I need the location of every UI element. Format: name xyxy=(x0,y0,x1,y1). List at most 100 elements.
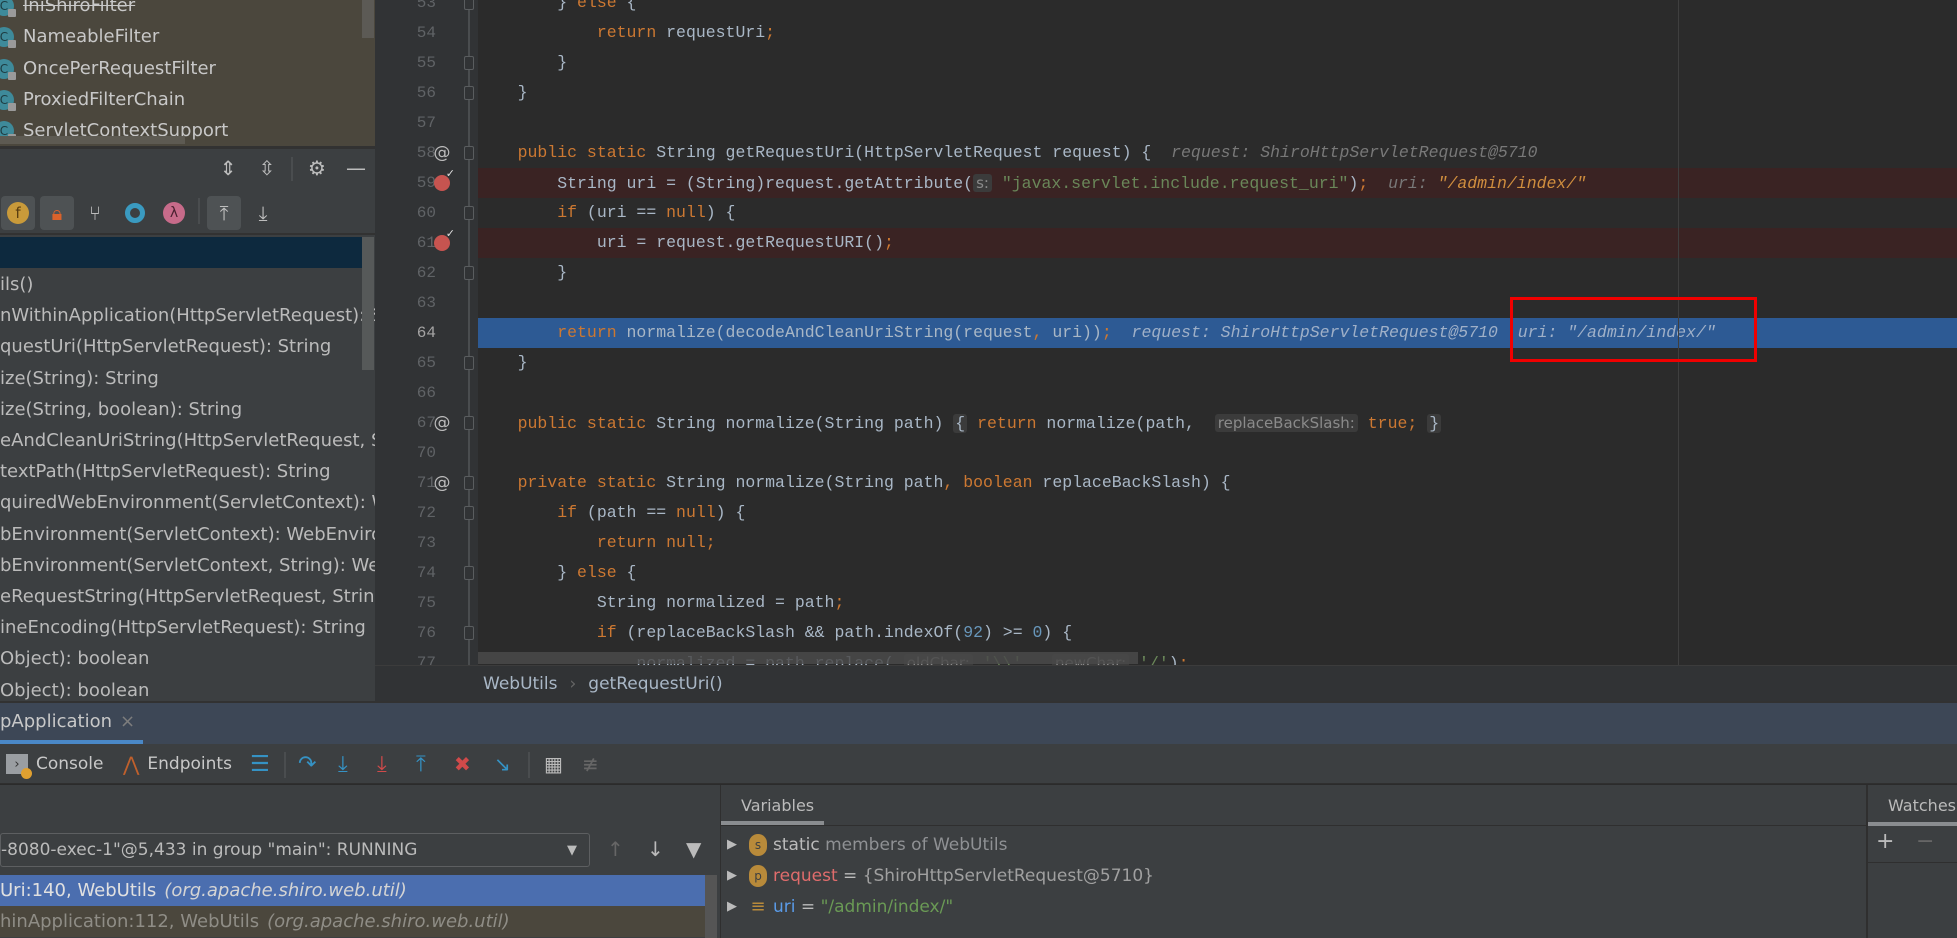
fold-marker-icon[interactable] xyxy=(464,566,474,580)
stack-frame-row[interactable]: Uri:140, WebUtils (org.apache.shiro.web.u… xyxy=(0,875,705,906)
tab-variables[interactable]: Variables xyxy=(741,785,814,825)
fold-marker-icon[interactable] xyxy=(464,206,474,220)
evaluate-expression-icon[interactable]: ▦ xyxy=(544,750,563,778)
selected-structure-row[interactable] xyxy=(0,237,362,268)
autoscroll-to-source-icon[interactable]: ⤒ xyxy=(207,196,241,230)
structure-member[interactable]: Object): boolean xyxy=(0,643,375,674)
show-non-public-button[interactable]: 🔒︎ xyxy=(40,196,74,230)
fold-marker-icon[interactable] xyxy=(464,356,474,370)
code-text: (replaceBackSlash && path.indexOf( xyxy=(626,623,964,642)
breadcrumb-separator: › xyxy=(569,673,577,694)
editor-horizontal-scrollbar[interactable] xyxy=(478,652,1138,664)
show-fields-button[interactable]: f xyxy=(1,196,35,230)
fold-marker-icon[interactable] xyxy=(464,146,474,160)
structure-member[interactable]: ize(String): String xyxy=(0,363,375,394)
add-watch-button[interactable]: + xyxy=(1876,829,1894,854)
thread-selector[interactable]: -8080-exec-1"@5,433 in group "main": RUN… xyxy=(0,833,590,867)
static-icon: s xyxy=(749,833,767,856)
folded-brace[interactable]: } xyxy=(1427,414,1442,433)
structure-member[interactable]: ils() xyxy=(0,269,375,300)
structure-member[interactable]: ize(String, boolean): String xyxy=(0,394,375,425)
folded-brace[interactable]: { xyxy=(953,414,968,433)
stack-frame-row[interactable]: hinApplication:112, WebUtils (org.apache.… xyxy=(0,906,705,937)
next-frame-icon[interactable]: ↓ xyxy=(647,837,664,861)
line-number: 53 xyxy=(416,0,436,12)
structure-member[interactable]: questUri(HttpServletRequest): String xyxy=(0,331,375,362)
fold-marker-icon[interactable] xyxy=(464,626,474,640)
scrollbar[interactable] xyxy=(705,875,717,938)
class-list-item[interactable]: C OncePerRequestFilter xyxy=(0,53,216,84)
breadcrumb-class[interactable]: WebUtils xyxy=(483,674,557,694)
step-into-icon[interactable]: ⤓ xyxy=(338,750,348,778)
remove-watch-button[interactable]: − xyxy=(1916,829,1934,854)
code-line: if (replaceBackSlash && path.indexOf(92)… xyxy=(478,618,1957,648)
gear-icon[interactable]: ⚙ xyxy=(300,151,334,185)
expand-arrow-icon[interactable]: ▶ xyxy=(727,868,737,883)
tab-debug-session[interactable]: pApplication × xyxy=(0,703,143,744)
breakpoint-icon[interactable] xyxy=(431,227,455,258)
console-button[interactable]: › Console xyxy=(6,750,104,779)
show-anonymous-button[interactable] xyxy=(118,196,152,230)
variable-equals: = xyxy=(795,896,821,917)
structure-member[interactable]: bEnvironment(ServletContext): WebEnviron… xyxy=(0,519,375,550)
structure-member[interactable]: bEnvironment(ServletContext, String): We… xyxy=(0,550,375,581)
endpoints-label: Endpoints xyxy=(147,754,232,774)
structure-member[interactable]: quiredWebEnvironment(ServletContext): We… xyxy=(0,487,375,518)
expand-all-icon[interactable]: ⇕ xyxy=(211,151,245,185)
step-out-icon[interactable]: ⤒ xyxy=(416,750,426,778)
line-number: 62 xyxy=(416,264,436,282)
chevron-down-icon: ▼ xyxy=(567,842,577,858)
show-lambdas-button[interactable]: λ xyxy=(157,196,191,230)
code-line: } xyxy=(478,78,1957,108)
close-icon[interactable]: × xyxy=(120,711,135,732)
variable-row[interactable]: ▶ s static members of WebUtils xyxy=(721,829,1007,860)
class-list-item[interactable]: C NameableFilter xyxy=(0,21,159,52)
run-to-cursor-icon[interactable]: ↘ xyxy=(494,750,511,778)
filter-icon[interactable]: ▼ xyxy=(686,837,701,861)
fold-expand-icon[interactable] xyxy=(464,416,474,430)
scrollbar[interactable] xyxy=(362,0,374,38)
fold-marker-icon[interactable] xyxy=(464,266,474,280)
drop-frame-icon[interactable]: ✖ xyxy=(454,750,471,778)
autoscroll-from-source-icon[interactable]: ⤓ xyxy=(246,196,280,230)
fold-marker-icon[interactable] xyxy=(464,506,474,520)
trace-stream-icon[interactable]: ≢ xyxy=(582,750,599,778)
step-over-icon[interactable]: ↷ xyxy=(298,750,316,778)
horizontal-scrollbar[interactable] xyxy=(0,136,185,144)
restore-layout-icon[interactable]: ☰ xyxy=(250,750,270,778)
code-line: } else { xyxy=(478,0,1957,18)
structure-member[interactable]: nWithinApplication(HttpServletRequest): … xyxy=(0,300,375,331)
class-list-item[interactable]: C IniShiroFilter xyxy=(0,0,135,21)
fold-marker-icon[interactable] xyxy=(464,476,474,490)
fold-marker-icon[interactable] xyxy=(464,56,474,70)
expand-arrow-icon[interactable]: ▶ xyxy=(727,899,737,914)
fold-marker-icon[interactable] xyxy=(464,0,474,10)
code-keyword: if xyxy=(478,203,587,222)
implements-icon[interactable]: @ xyxy=(431,408,453,438)
implements-icon[interactable]: @ xyxy=(431,468,453,498)
structure-member[interactable]: ineEncoding(HttpServletRequest): String xyxy=(0,612,375,643)
structure-member[interactable]: eAndCleanUriString(HttpServletRequest, S… xyxy=(0,425,375,456)
structure-member[interactable]: Object): boolean xyxy=(0,675,375,701)
code-text: ) { xyxy=(1042,623,1073,642)
structure-member[interactable]: textPath(HttpServletRequest): String xyxy=(0,456,375,487)
fold-marker-icon[interactable] xyxy=(464,86,474,100)
variable-row[interactable]: ▶ p request = {ShiroHttpServletRequest@571… xyxy=(721,860,1154,891)
minimize-icon[interactable]: — xyxy=(339,151,373,185)
breakpoint-icon[interactable] xyxy=(431,167,455,198)
force-step-into-icon[interactable]: ⤓ xyxy=(377,750,387,778)
variable-row[interactable]: ▶ ≡ uri = "/admin/index/" xyxy=(721,891,953,922)
collapse-all-icon[interactable]: ⇳ xyxy=(250,151,284,185)
implements-icon[interactable]: @ xyxy=(431,138,453,168)
tab-watches[interactable]: Watches xyxy=(1888,785,1956,825)
scrollbar[interactable] xyxy=(362,237,374,370)
structure-member[interactable]: eRequestString(HttpServletRequest, Strin… xyxy=(0,581,375,612)
class-list-item[interactable]: C ProxiedFilterChain xyxy=(0,84,185,115)
tab-underline xyxy=(1868,822,1957,826)
endpoints-button[interactable]: ⋀ Endpoints xyxy=(123,750,232,778)
expand-arrow-icon[interactable]: ▶ xyxy=(727,837,737,852)
show-inherited-icon[interactable]: ⑂ xyxy=(78,196,112,230)
code-string: "javax.servlet.include.request_uri" xyxy=(991,174,1349,193)
previous-frame-icon[interactable]: ↑ xyxy=(607,837,624,861)
breadcrumb-method[interactable]: getRequestUri() xyxy=(588,674,722,694)
